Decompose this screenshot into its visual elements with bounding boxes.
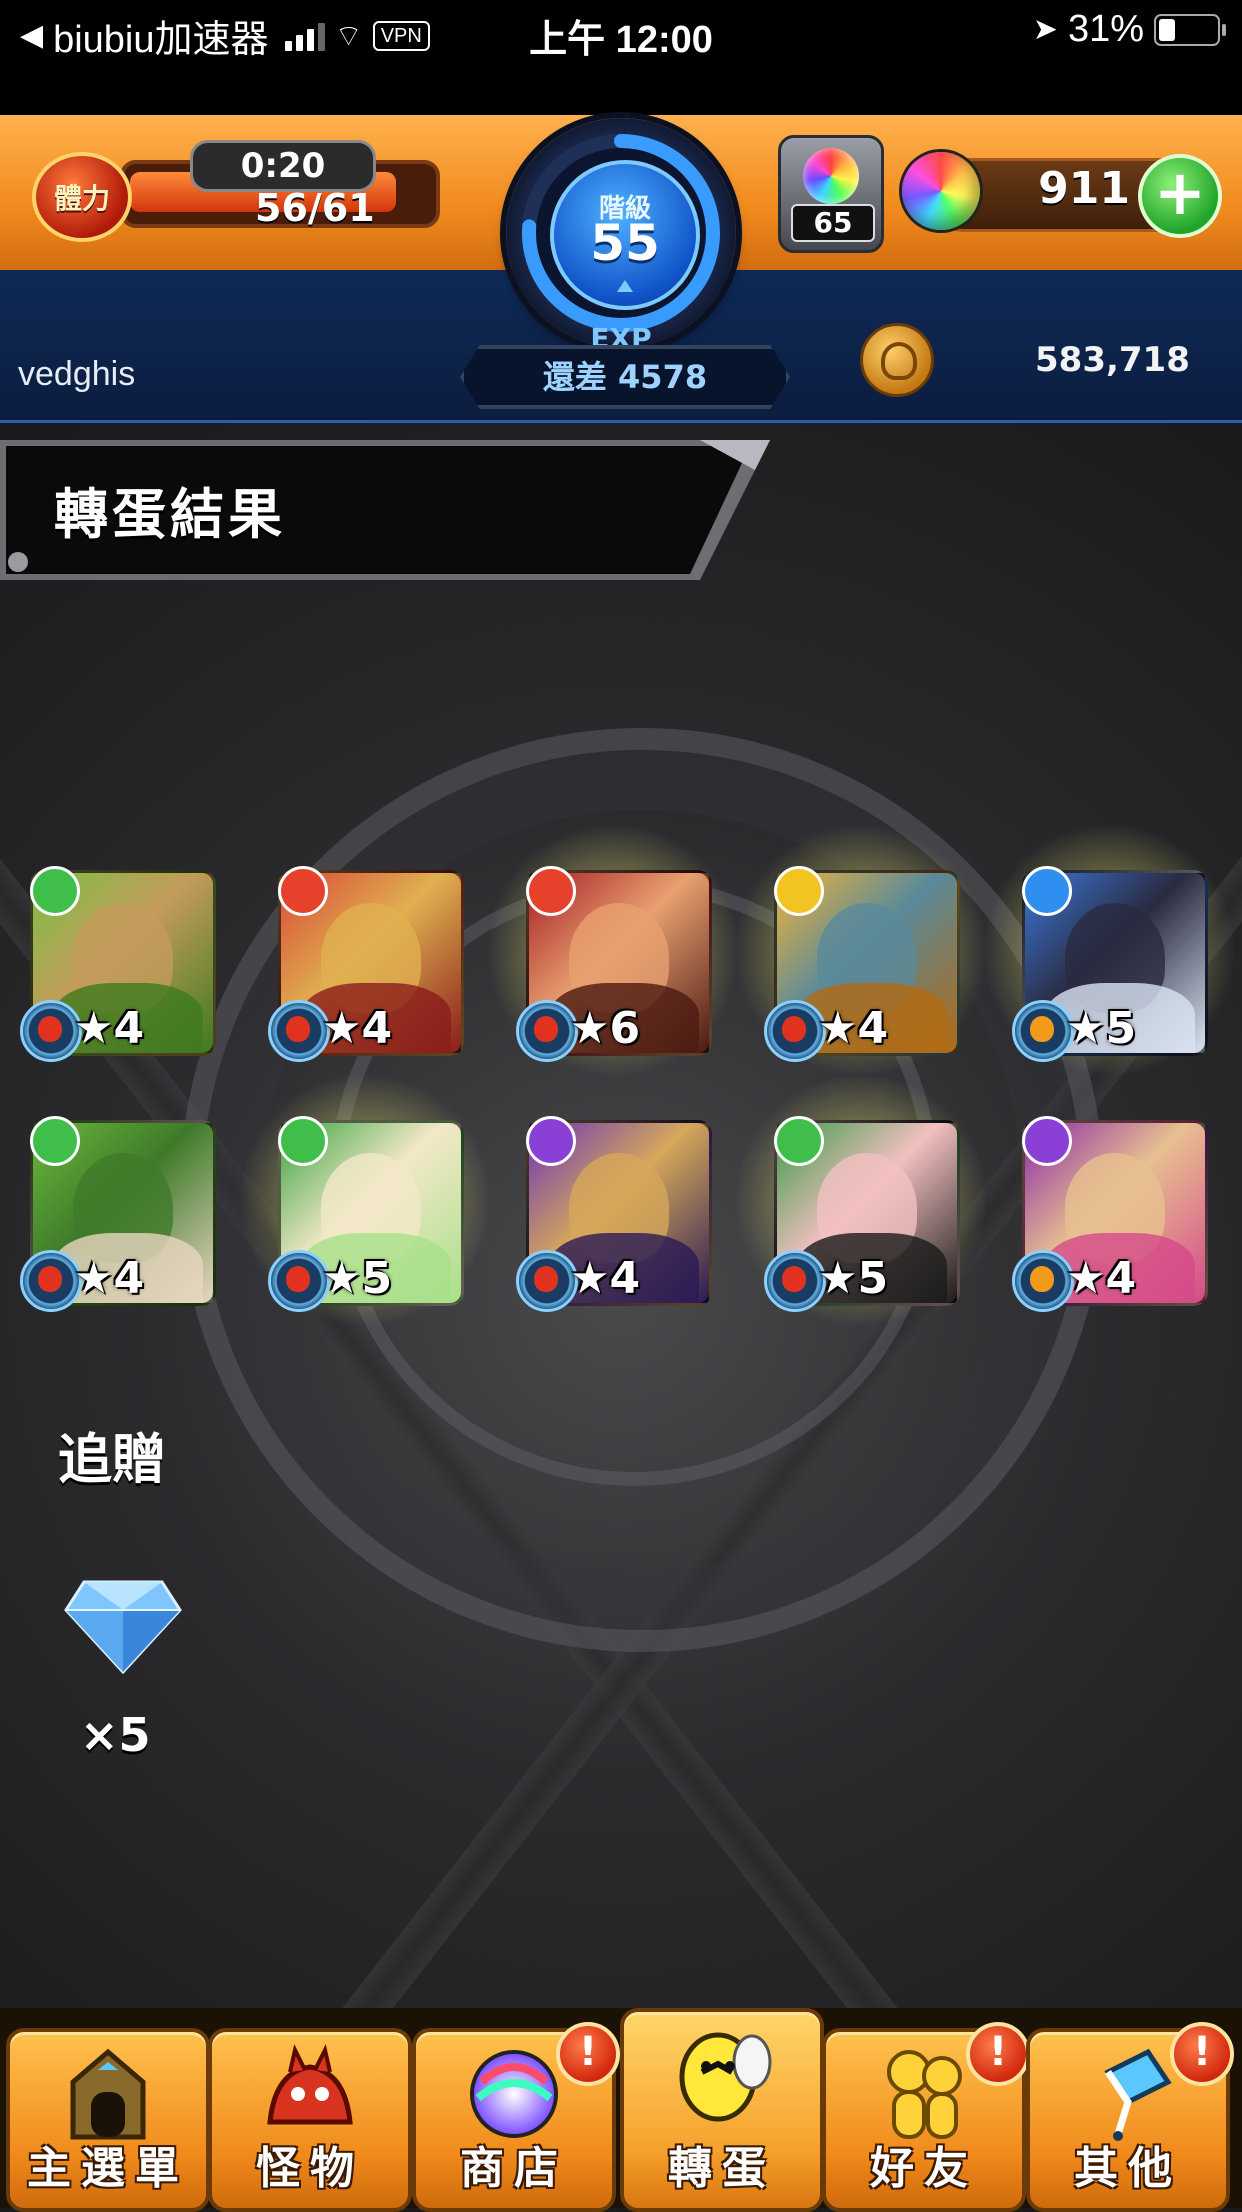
status-bar: ◀ biubiu加速器 ⌔ VPN 上午 12:00 ➤ 31%	[0, 0, 1242, 115]
fruit-orange-icon	[1012, 1000, 1074, 1062]
buy-orbs-button[interactable]: +	[1138, 154, 1222, 238]
fruit-red-icon	[20, 1000, 82, 1062]
nav-other-button[interactable]: 其他!	[1026, 2022, 1234, 2212]
attribute-water-icon	[1022, 866, 1072, 916]
monster-icon	[260, 2042, 360, 2142]
rank-value: 55	[590, 214, 660, 272]
attribute-dark-icon	[526, 1116, 576, 1166]
nav-label: 主選單	[27, 2143, 189, 2194]
gem-icon	[64, 1580, 182, 1674]
rarity-stars: ★4	[74, 1003, 145, 1054]
attribute-dark-icon	[1022, 1116, 1072, 1166]
fruit-red-icon	[20, 1250, 82, 1312]
rank-arrow-icon	[617, 280, 633, 292]
rarity-stars: ★4	[1066, 1253, 1137, 1304]
fruit-red-icon	[268, 1250, 330, 1312]
page-title: 轉蛋結果	[54, 483, 286, 546]
result-card[interactable]: ★4	[516, 1110, 712, 1312]
other-icon	[1078, 2042, 1178, 2142]
result-card[interactable]: ★4	[1012, 1110, 1208, 1312]
orb-capacity-badge[interactable]: 65	[778, 135, 884, 253]
nav-label: 好友	[870, 2143, 978, 2194]
friends-icon	[874, 2042, 974, 2142]
battery-icon	[1154, 13, 1226, 46]
bottom-nav: 主選單 怪物 商店! 轉蛋 好友! 其他!	[0, 2008, 1242, 2212]
result-card[interactable]: ★5	[240, 1070, 490, 1330]
exp-remaining: 還差 4578	[460, 345, 790, 409]
rarity-stars: ★4	[322, 1003, 393, 1054]
orb-capacity-value: 65	[791, 204, 875, 242]
orb-count: 911	[1038, 163, 1130, 214]
rarity-stars: ★5	[1066, 1003, 1137, 1054]
fruit-orange-icon	[1012, 1250, 1074, 1312]
result-card[interactable]: ★4	[268, 860, 464, 1062]
attribute-wood-icon	[30, 1116, 80, 1166]
stamina-label: 體力	[53, 182, 110, 215]
result-card[interactable]: ★5	[736, 1070, 986, 1330]
attribute-wood-icon	[30, 866, 80, 916]
alert-badge-icon: !	[966, 2022, 1030, 2086]
gold-coin-icon	[860, 323, 934, 397]
rarity-stars: ★4	[818, 1003, 889, 1054]
stamina-value: 56/61	[255, 186, 375, 230]
rarity-stars: ★4	[570, 1253, 641, 1304]
alert-badge-icon: !	[556, 2022, 620, 2086]
orb-icon	[464, 2042, 564, 2142]
nav-label: 商店	[460, 2143, 568, 2194]
rarity-stars: ★5	[322, 1253, 393, 1304]
rarity-stars: ★5	[818, 1253, 889, 1304]
battery-percent: 31%	[1067, 8, 1144, 50]
fruit-red-icon	[516, 1000, 578, 1062]
rarity-stars: ★6	[570, 1003, 641, 1054]
stamina-timer: 0:20	[190, 140, 376, 192]
nav-label: 轉蛋	[668, 2143, 776, 2194]
location-icon: ➤	[1032, 13, 1058, 46]
alert-badge-icon: !	[1170, 2022, 1234, 2086]
attribute-fire-icon	[526, 866, 576, 916]
gate-icon	[58, 2042, 158, 2142]
rarity-stars: ★4	[74, 1253, 145, 1304]
nav-egg-button[interactable]: 轉蛋	[620, 2008, 824, 2212]
attribute-wood-icon	[278, 1116, 328, 1166]
result-card[interactable]: ★4	[736, 820, 986, 1080]
bonus-label: 追贈	[58, 1428, 166, 1491]
nav-friends-button[interactable]: 好友!	[822, 2022, 1030, 2212]
orb-icon	[902, 152, 980, 230]
nav-label: 怪物	[256, 2143, 364, 2194]
gem-count: ×5	[80, 1708, 151, 1762]
result-card[interactable]: ★5	[984, 820, 1234, 1080]
nav-monster-button[interactable]: 怪物	[208, 2028, 412, 2212]
username: vedghis	[18, 355, 136, 393]
fruit-red-icon	[516, 1250, 578, 1312]
fruit-red-icon	[764, 1000, 826, 1062]
result-card[interactable]: ★4	[20, 860, 216, 1062]
gold-count: 583,718	[1035, 340, 1190, 380]
nav-gate-button[interactable]: 主選單	[6, 2028, 210, 2212]
fruit-red-icon	[268, 1000, 330, 1062]
nav-orb-button[interactable]: 商店!	[412, 2022, 620, 2212]
result-card[interactable]: ★6	[488, 820, 738, 1080]
attribute-fire-icon	[278, 866, 328, 916]
rank-badge[interactable]: 階級 55	[550, 160, 700, 310]
stamina-icon: 體力	[32, 152, 132, 242]
attribute-wood-icon	[774, 1116, 824, 1166]
fruit-red-icon	[764, 1250, 826, 1312]
egg-icon	[672, 2022, 772, 2122]
result-card[interactable]: ★4	[20, 1110, 216, 1312]
nav-label: 其他	[1074, 2143, 1182, 2194]
orb-capacity-icon	[803, 148, 859, 204]
attribute-light-icon	[774, 866, 824, 916]
